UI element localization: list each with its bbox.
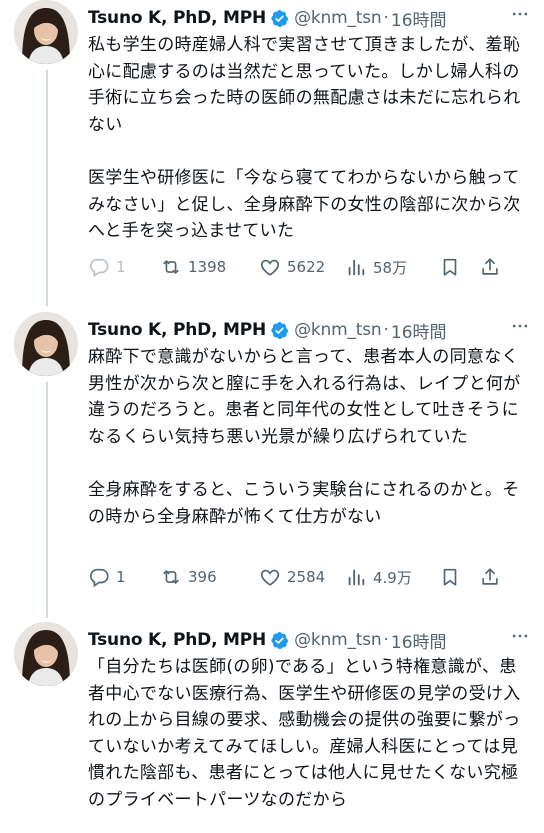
author-handle[interactable]: @knm_tsn [294, 320, 382, 340]
avatar-image [14, 622, 78, 686]
like-count: 2584 [287, 568, 326, 586]
retweet-count: 1398 [188, 258, 227, 276]
avatar-image [14, 312, 78, 376]
bookmark-icon [443, 258, 457, 276]
like-icon [260, 569, 280, 586]
separator-dot: · [383, 320, 389, 340]
author-name[interactable]: Tsuno K, PhD, MPH [88, 8, 266, 28]
tweet-timestamp[interactable]: 16時間 [391, 318, 447, 343]
bookmark-button[interactable] [439, 256, 479, 278]
tweet-text: 「自分たちは医師(の卵)である」という特権意識が、患者中心でない医療行為、医学生… [88, 657, 521, 810]
author-name[interactable]: Tsuno K, PhD, MPH [88, 320, 266, 340]
reply-button[interactable]: 1 [88, 566, 160, 588]
tweet[interactable]: Tsuno K, PhD, MPH @knm_tsn · 16時間 「自分たちは… [0, 622, 544, 833]
separator-dot: · [383, 630, 389, 650]
views-button[interactable]: 4.9万 [345, 566, 439, 588]
more-options-icon[interactable] [508, 314, 532, 338]
verified-badge-icon[interactable] [270, 9, 289, 28]
tweet[interactable]: Tsuno K, PhD, MPH @knm_tsn · 16時間 私も学生の時… [0, 0, 544, 310]
tweet-actions: 1 1398 5622 58万 [88, 253, 530, 281]
bookmark-button[interactable] [439, 566, 479, 588]
tweet-actions: 1 396 2584 4.9万 [88, 563, 530, 591]
reply-count: 1 [116, 258, 126, 276]
avatar[interactable] [14, 622, 78, 686]
verified-badge-icon[interactable] [270, 631, 289, 650]
retweet-button[interactable]: 1398 [160, 256, 259, 278]
retweet-button[interactable]: 396 [160, 566, 259, 588]
reply-icon [90, 568, 109, 588]
like-icon [260, 259, 280, 276]
retweet-count: 396 [188, 568, 217, 586]
share-icon [482, 568, 498, 585]
author-handle[interactable]: @knm_tsn [294, 630, 382, 650]
like-count: 5622 [287, 258, 326, 276]
tweet-text: 私も学生の時産婦人科で実習させて頂きましたが、羞恥心に配慮するのは当然だと思って… [88, 35, 521, 242]
tweet-header: Tsuno K, PhD, MPH @knm_tsn · 16時間 [88, 318, 530, 343]
more-options-icon[interactable] [508, 2, 532, 26]
reply-count: 1 [116, 568, 126, 586]
tweet-header: Tsuno K, PhD, MPH @knm_tsn · 16時間 [88, 628, 530, 653]
like-button[interactable]: 5622 [259, 256, 345, 278]
reply-icon [90, 258, 109, 278]
more-options-icon[interactable] [508, 624, 532, 648]
avatar[interactable] [14, 0, 78, 64]
retweet-icon [163, 260, 179, 274]
author-name[interactable]: Tsuno K, PhD, MPH [88, 630, 266, 650]
share-button[interactable] [479, 256, 509, 278]
views-icon [348, 259, 365, 276]
retweet-icon [163, 570, 179, 584]
views-button[interactable]: 58万 [345, 256, 439, 278]
views-count: 4.9万 [373, 568, 412, 587]
like-button[interactable]: 2584 [259, 566, 345, 588]
tweet-header: Tsuno K, PhD, MPH @knm_tsn · 16時間 [88, 6, 530, 31]
avatar-image [14, 0, 78, 64]
reply-button[interactable]: 1 [88, 256, 160, 278]
bookmark-icon [443, 568, 457, 586]
author-handle[interactable]: @knm_tsn [294, 8, 382, 28]
tweet-text: 麻酔下で意識がないからと言って、患者本人の同意なく男性が次から次と膣に手を入れる… [88, 347, 521, 527]
share-button[interactable] [479, 566, 509, 588]
views-count: 58万 [373, 258, 408, 277]
avatar[interactable] [14, 312, 78, 376]
tweet-timestamp[interactable]: 16時間 [391, 6, 447, 31]
views-icon [348, 569, 365, 586]
tweet-timestamp[interactable]: 16時間 [391, 628, 447, 653]
tweet[interactable]: Tsuno K, PhD, MPH @knm_tsn · 16時間 麻酔下で意識… [0, 312, 544, 620]
verified-badge-icon[interactable] [270, 321, 289, 340]
share-icon [482, 258, 498, 275]
separator-dot: · [383, 8, 389, 28]
